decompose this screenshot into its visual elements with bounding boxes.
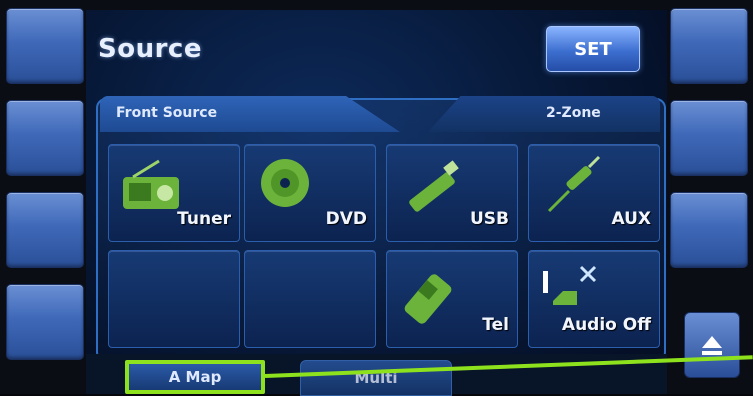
multi-tab[interactable]: Multi <box>300 360 452 396</box>
left-hard-button-2[interactable] <box>6 100 84 176</box>
tab-2-zone[interactable] <box>428 96 660 132</box>
a-map-tab[interactable]: A Map <box>125 360 265 394</box>
right-hard-button-1[interactable] <box>670 8 748 84</box>
source-label: Tuner <box>177 209 231 229</box>
eject-icon <box>702 336 722 355</box>
eject-button[interactable] <box>684 312 740 378</box>
disc-icon <box>261 159 309 207</box>
usb-icon <box>409 160 459 212</box>
source-tuner-button[interactable]: Tuner <box>108 144 240 242</box>
left-hard-button-4[interactable] <box>6 284 84 360</box>
display-screen: Source SET Front Source 2-Zone Tuner DVD <box>86 10 667 394</box>
source-audio-off-button[interactable]: Audio Off <box>528 250 660 348</box>
source-label: AUX <box>611 209 651 229</box>
source-label: Tel <box>482 315 509 335</box>
source-empty-slot-2 <box>244 250 376 348</box>
source-empty-slot-1 <box>108 250 240 348</box>
source-grid: Tuner DVD USB AUX Tel Audio Off <box>102 144 662 354</box>
right-hard-button-3[interactable] <box>670 192 748 268</box>
right-hard-button-2[interactable] <box>670 100 748 176</box>
source-dvd-button[interactable]: DVD <box>244 144 376 242</box>
source-aux-button[interactable]: AUX <box>528 144 660 242</box>
source-label: Audio Off <box>561 315 651 335</box>
left-hard-buttons <box>6 8 84 388</box>
source-label: USB <box>469 209 509 229</box>
audio-off-icon <box>543 265 597 305</box>
left-hard-button-1[interactable] <box>6 8 84 84</box>
phone-icon <box>404 274 452 324</box>
left-hard-button-3[interactable] <box>6 192 84 268</box>
set-button[interactable]: SET <box>546 26 640 72</box>
aux-plug-icon <box>547 155 601 213</box>
source-usb-button[interactable]: USB <box>386 144 518 242</box>
radio-icon <box>123 159 179 209</box>
tab-2-zone-label: 2-Zone <box>546 105 601 121</box>
source-tel-button[interactable]: Tel <box>386 250 518 348</box>
tab-front-source-label: Front Source <box>116 105 218 121</box>
source-label: DVD <box>325 209 367 229</box>
page-title: Source <box>98 34 202 64</box>
